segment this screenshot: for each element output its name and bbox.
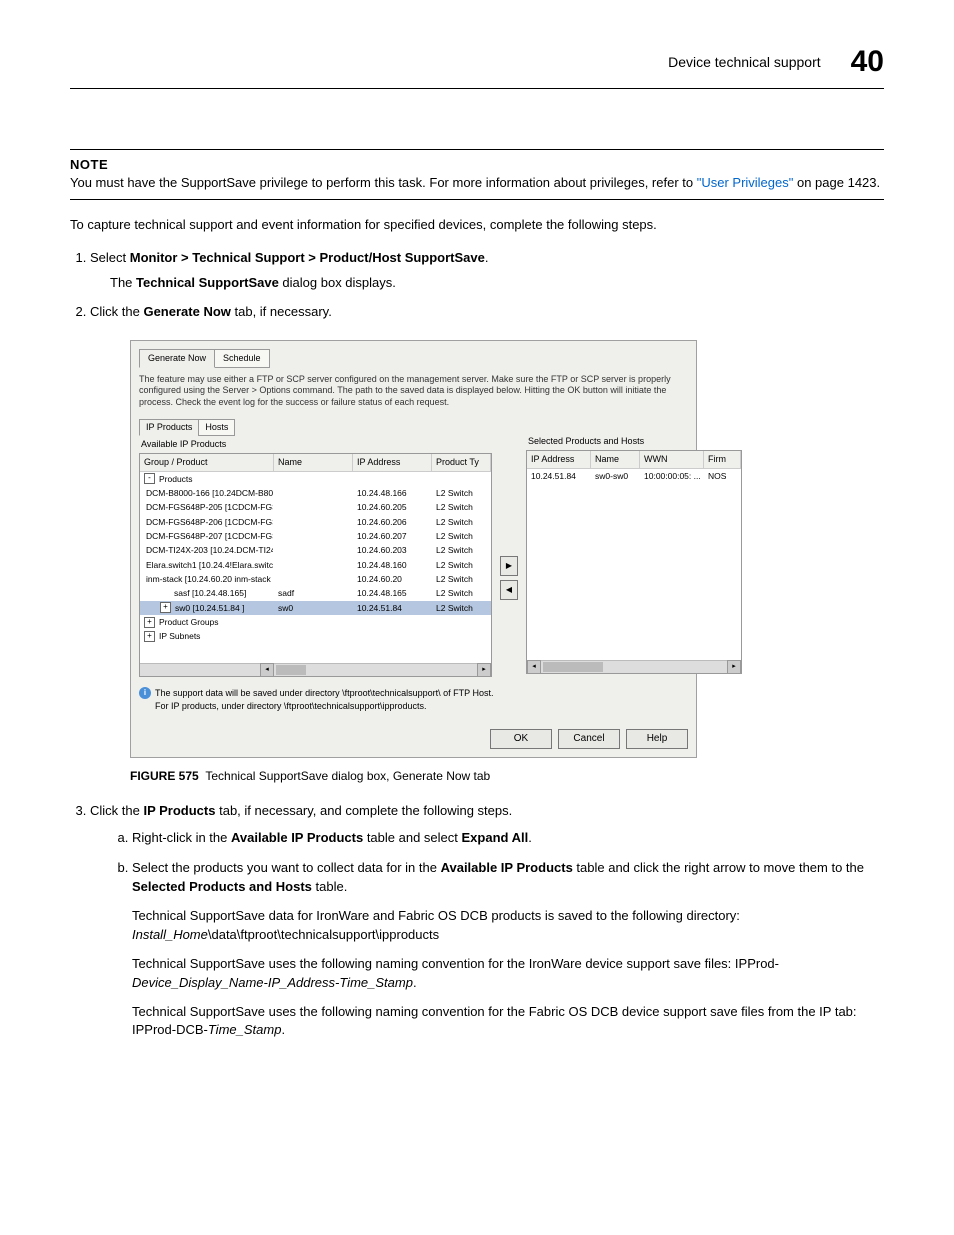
scroll-thumb[interactable] bbox=[276, 665, 306, 675]
available-products-label: Available IP Products bbox=[141, 438, 492, 451]
info-footer: i The support data will be saved under d… bbox=[139, 687, 688, 713]
scroll-right-icon[interactable]: ▸ bbox=[727, 660, 741, 674]
selected-products-grid[interactable]: IP Address Name WWN Firm 10.24.51.84sw0-… bbox=[526, 450, 742, 674]
available-products-grid[interactable]: Group / Product Name IP Address Product … bbox=[139, 453, 492, 677]
step-3b: Select the products you want to collect … bbox=[132, 859, 884, 1040]
move-left-button[interactable]: ◀ bbox=[500, 580, 518, 600]
table-row[interactable]: DCM-TI24X-203 [10.24.DCM-TI24X-20310.24.… bbox=[140, 543, 491, 557]
table-row[interactable]: sasf [10.24.48.165]sadf10.24.48.165L2 Sw… bbox=[140, 586, 491, 600]
scroll-right-icon[interactable]: ▸ bbox=[477, 663, 491, 677]
step-2: Click the Generate Now tab, if necessary… bbox=[90, 303, 884, 786]
table-row[interactable]: Elara.switch1 [10.24.4!Elara.switch110.2… bbox=[140, 558, 491, 572]
dialog-description: The feature may use either a FTP or SCP … bbox=[139, 374, 688, 409]
supportsave-dialog: Generate Now Schedule The feature may us… bbox=[130, 340, 697, 759]
note-text: You must have the SupportSave privilege … bbox=[70, 174, 884, 193]
table-row[interactable]: +Product Groups bbox=[140, 615, 491, 629]
table-row[interactable]: DCM-FGS648P-206 [1CDCM-FGS648P-20610.24.… bbox=[140, 515, 491, 529]
intro-paragraph: To capture technical support and event i… bbox=[70, 216, 884, 235]
table-row[interactable]: DCM-FGS648P-207 [1CDCM-FGS648P-20710.24.… bbox=[140, 529, 491, 543]
dialog-main-tabs: Generate Now Schedule bbox=[139, 349, 688, 368]
rule bbox=[70, 149, 884, 150]
scroll-left-icon[interactable]: ◂ bbox=[260, 663, 274, 677]
move-right-button[interactable]: ▶ bbox=[500, 556, 518, 576]
figure-575: Generate Now Schedule The feature may us… bbox=[130, 340, 884, 786]
figure-caption: FIGURE 575 Technical SupportSave dialog … bbox=[130, 768, 884, 785]
step-1: Select Monitor > Technical Support > Pro… bbox=[90, 249, 884, 293]
scroll-thumb[interactable] bbox=[543, 662, 603, 672]
table-row[interactable]: -Products bbox=[140, 472, 491, 486]
chapter-number: 40 bbox=[851, 40, 884, 84]
subtab-hosts[interactable]: Hosts bbox=[198, 419, 235, 436]
horizontal-scrollbar[interactable]: ◂ ▸ bbox=[140, 663, 491, 676]
selected-products-label: Selected Products and Hosts bbox=[528, 435, 742, 448]
horizontal-scrollbar[interactable]: ◂ ▸ bbox=[527, 660, 741, 673]
grid-header: Group / Product Name IP Address Product … bbox=[140, 454, 491, 472]
selected-products-panel: Selected Products and Hosts IP Address N… bbox=[526, 419, 742, 677]
section-title: Device technical support bbox=[668, 52, 821, 72]
table-row[interactable]: +IP Subnets bbox=[140, 629, 491, 643]
tab-schedule[interactable]: Schedule bbox=[214, 349, 270, 368]
table-row[interactable]: DCM-FGS648P-205 [1CDCM-FGS648P-20510.24.… bbox=[140, 500, 491, 514]
note-label: NOTE bbox=[70, 156, 884, 175]
available-products-panel: IP Products Hosts Available IP Products … bbox=[139, 419, 492, 677]
substeps: Right-click in the Available IP Products… bbox=[110, 829, 884, 1041]
transfer-arrows: ▶ ◀ bbox=[498, 479, 520, 677]
step-3: Click the IP Products tab, if necessary,… bbox=[90, 802, 884, 1040]
help-button[interactable]: Help bbox=[626, 729, 688, 750]
rule bbox=[70, 199, 884, 200]
page-header: Device technical support 40 bbox=[70, 40, 884, 89]
scroll-left-icon[interactable]: ◂ bbox=[527, 660, 541, 674]
info-icon: i bbox=[139, 687, 151, 699]
table-row[interactable]: inm-stack [10.24.60.20 inm-stack10.24.60… bbox=[140, 572, 491, 586]
subtab-ip-products[interactable]: IP Products bbox=[139, 419, 199, 436]
ok-button[interactable]: OK bbox=[490, 729, 552, 750]
user-privileges-link[interactable]: "User Privileges" bbox=[697, 175, 794, 190]
table-row[interactable]: 10.24.51.84sw0-sw010:00:00:05: ...NOS bbox=[527, 469, 741, 483]
table-row[interactable]: +sw0 [10.24.51.84 ]sw010.24.51.84L2 Swit… bbox=[140, 601, 491, 615]
steps-list: Select Monitor > Technical Support > Pro… bbox=[70, 249, 884, 1040]
tab-generate-now[interactable]: Generate Now bbox=[139, 349, 215, 368]
table-row[interactable]: DCM-B8000-166 [10.24DCM-B8000-16610.24.4… bbox=[140, 486, 491, 500]
cancel-button[interactable]: Cancel bbox=[558, 729, 620, 750]
step-3a: Right-click in the Available IP Products… bbox=[132, 829, 884, 848]
grid-header: IP Address Name WWN Firm bbox=[527, 451, 741, 469]
dialog-buttons: OK Cancel Help bbox=[139, 729, 688, 750]
page-content: NOTE You must have the SupportSave privi… bbox=[70, 149, 884, 1041]
